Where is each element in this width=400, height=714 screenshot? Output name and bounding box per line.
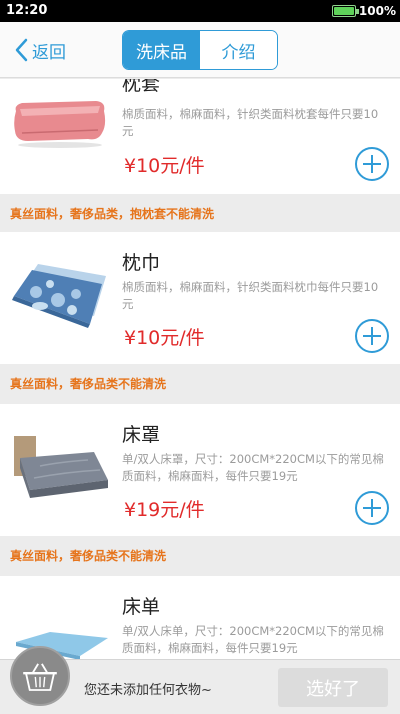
- add-circle-icon[interactable]: [354, 318, 390, 354]
- item-note: 真丝面料，奢侈品类不能清洗: [0, 539, 400, 571]
- item-name: 床单: [122, 596, 161, 618]
- item-note: 真丝面料，奢侈品类，抱枕套不能清洗: [0, 197, 400, 229]
- back-chevron-icon: [15, 38, 28, 62]
- basket-icon[interactable]: [10, 646, 70, 706]
- item-price: ¥10元/件: [124, 327, 205, 349]
- battery-icon: [332, 5, 359, 17]
- done-button[interactable]: 选好了: [278, 668, 388, 707]
- add-circle-icon[interactable]: [354, 146, 390, 182]
- pillowcase-image: [14, 101, 106, 148]
- nav-bar: 返回 洗床品 介绍: [0, 22, 400, 78]
- back-button[interactable]: 返回: [14, 36, 66, 64]
- item-name: 枕套: [122, 79, 161, 95]
- item-desc: 单/双人床罩，尺寸：200CM*220CM以下的常见棉质面料，棉麻面料，每件只要…: [122, 452, 384, 483]
- item-desc: 单/双人床单，尺寸：200CM*220CM以下的常见棉质面料，棉麻面料，每件只要…: [122, 624, 384, 655]
- segmented-control: 洗床品 介绍: [122, 30, 278, 70]
- status-bar: 12:20 100%: [0, 0, 400, 22]
- add-circle-icon[interactable]: [354, 490, 390, 526]
- tab-intro[interactable]: 介绍: [200, 31, 277, 69]
- bottom-bar: 您还未添加任何衣物~ 选好了: [0, 646, 400, 714]
- item-price: ¥19元/件: [124, 499, 205, 521]
- list-item: 床罩 单/双人床罩，尺寸：200CM*220CM以下的常见棉质面料，棉麻面料，每…: [0, 404, 400, 536]
- item-note-text: 真丝面料，奢侈品类，抱枕套不能清洗: [10, 207, 215, 221]
- status-time: 12:20: [6, 3, 48, 18]
- empty-basket-text: 您还未添加任何衣物~: [84, 683, 212, 698]
- bedspread-image: [14, 436, 108, 498]
- item-name: 枕巾: [122, 252, 161, 274]
- list-item: 枕巾 棉质面料，棉麻面料，针织类面料枕巾每件只要10元 ¥10元/件: [0, 232, 400, 364]
- item-desc: 棉质面料，棉麻面料，针织类面料枕巾每件只要10元: [122, 280, 379, 311]
- pillow-towel-image: [12, 264, 106, 328]
- item-desc: 棉质面料，棉麻面料，针织类面料枕套每件只要10元: [122, 107, 379, 138]
- item-name: 床罩: [122, 424, 161, 446]
- item-note: 真丝面料，奢侈品类不能清洗: [0, 367, 400, 399]
- list-item: 枕套 棉质面料，棉麻面料，针织类面料枕套每件只要10元 ¥10元/件: [0, 79, 400, 194]
- item-price: ¥10元/件: [124, 155, 205, 177]
- item-list[interactable]: 枕套 棉质面料，棉麻面料，针织类面料枕套每件只要10元 ¥10元/件 真丝面料，…: [0, 79, 400, 659]
- tab-bedding-wash[interactable]: 洗床品: [123, 31, 200, 69]
- item-note-text: 真丝面料，奢侈品类不能清洗: [10, 377, 167, 391]
- list-item: 床单 单/双人床单，尺寸：200CM*220CM以下的常见棉质面料，棉麻面料，每…: [0, 576, 400, 659]
- item-note-text: 真丝面料，奢侈品类不能清洗: [10, 549, 167, 563]
- back-label: 返回: [32, 42, 66, 63]
- battery-percent: 100%: [358, 4, 396, 18]
